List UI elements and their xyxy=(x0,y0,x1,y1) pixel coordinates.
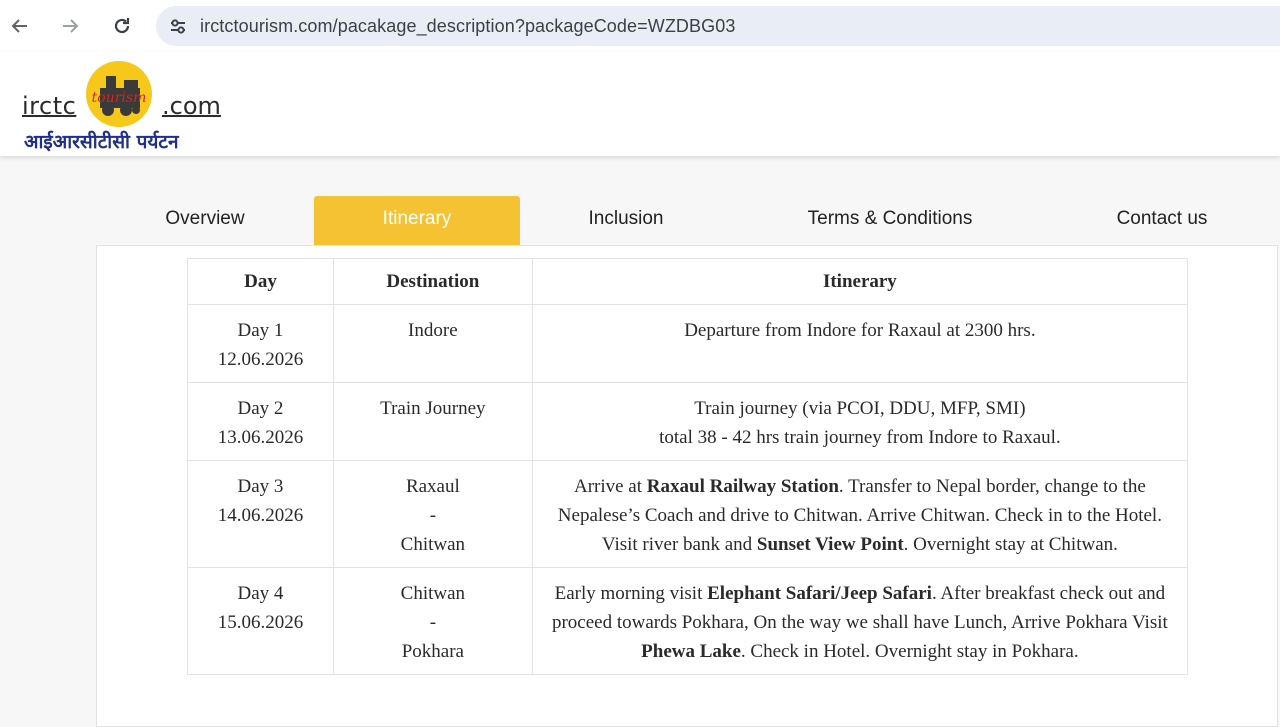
destination-cell: Raxaul - Chitwan xyxy=(332,460,533,568)
forward-arrow-icon[interactable] xyxy=(50,6,90,46)
itinerary-cell: Early morning visit Elephant Safari/Jeep… xyxy=(531,567,1189,675)
table-row: Day 1 12.06.2026 Indore Departure from Indo… xyxy=(187,304,1189,383)
itinerary-text: Early morning visit xyxy=(554,583,708,604)
address-bar[interactable]: irctctourism.com/pacakage_description?pa… xyxy=(156,6,1280,46)
itinerary-table: Day Destination Itinerary Day 1 12.06.202… xyxy=(187,258,1189,675)
day-cell: Day 3 14.06.2026 xyxy=(187,460,334,568)
destination-line: Indore xyxy=(408,320,458,341)
package-tabs: Overview Itinerary Inclusion Terms & Con… xyxy=(0,196,1280,246)
day-label: Day 2 xyxy=(237,398,284,419)
destination-line: - xyxy=(429,505,437,526)
day-date: 15.06.2026 xyxy=(217,612,304,633)
tab-terms-conditions[interactable]: Terms & Conditions xyxy=(780,196,1000,246)
day-date: 13.06.2026 xyxy=(217,427,304,448)
itinerary-text: Arrive at xyxy=(573,476,647,497)
site-info-icon[interactable] xyxy=(156,15,200,37)
table-row: Day 2 13.06.2026 Train Journey Train journe… xyxy=(187,382,1189,461)
destination-line: Raxaul xyxy=(405,476,460,497)
header-day: Day xyxy=(187,258,334,305)
destination-line: Chitwan xyxy=(400,534,466,555)
day-date: 14.06.2026 xyxy=(217,505,304,526)
destination-line: Chitwan xyxy=(400,583,466,604)
header-itinerary: Itinerary xyxy=(531,258,1189,305)
train-emblem-icon: tourism xyxy=(86,61,152,127)
itinerary-highlight: Raxaul Railway Station xyxy=(646,476,839,497)
destination-cell: Indore xyxy=(332,304,533,383)
logo-hindi-text: आईआरसीटीसी पर्यटन xyxy=(24,131,179,153)
tab-overview[interactable]: Overview xyxy=(130,196,280,246)
destination-cell: Chitwan - Pokhara xyxy=(332,567,533,675)
day-cell: Day 2 13.06.2026 xyxy=(187,382,334,461)
itinerary-highlight: Elephant Safari/Jeep Safari xyxy=(707,583,932,604)
day-cell: Day 4 15.06.2026 xyxy=(187,567,334,675)
itinerary-cell: Arrive at Raxaul Railway Station. Transf… xyxy=(531,460,1189,568)
reload-icon[interactable] xyxy=(102,6,142,46)
itinerary-highlight: Phewa Lake xyxy=(641,641,741,662)
table-row: Day 4 15.06.2026 Chitwan - Pokhara Early morn… xyxy=(187,567,1189,675)
irctc-tourism-logo[interactable]: tourism irctc .com आईआरसीटीसी पर्यटन xyxy=(22,56,242,153)
itinerary-cell: Departure from Indore for Raxaul at 2300… xyxy=(531,304,1189,383)
logo-emblem-text: tourism xyxy=(92,90,147,106)
tab-inclusion[interactable]: Inclusion xyxy=(556,196,696,246)
day-label: Day 1 xyxy=(237,320,284,341)
day-date: 12.06.2026 xyxy=(217,349,304,370)
tab-itinerary[interactable]: Itinerary xyxy=(314,196,520,246)
itinerary-text: Departure from Indore for Raxaul at 2300… xyxy=(684,320,1036,341)
itinerary-text: total 38 - 42 hrs train journey from Ind… xyxy=(659,427,1061,448)
table-header-row: Day Destination Itinerary xyxy=(187,258,1189,305)
destination-line: - xyxy=(429,612,437,633)
logo-irctc-text: irctc xyxy=(22,92,77,120)
itinerary-text: . Check in Hotel. Overnight stay in Pokh… xyxy=(740,641,1079,662)
destination-line: Train Journey xyxy=(380,398,486,419)
itinerary-cell: Train journey (via PCOI, DDU, MFP, SMI) t… xyxy=(531,382,1189,461)
browser-toolbar: irctctourism.com/pacakage_description?pa… xyxy=(0,0,1280,52)
itinerary-text: . Overnight stay at Chitwan. xyxy=(903,534,1118,555)
site-header: tourism irctc .com आईआरसीटीसी पर्यटन xyxy=(0,52,1280,156)
day-label: Day 4 xyxy=(237,583,284,604)
back-arrow-icon[interactable] xyxy=(0,6,40,46)
tab-contact-us[interactable]: Contact us xyxy=(1090,196,1234,246)
table-row: Day 3 14.06.2026 Raxaul - Chitwan Arrive at R… xyxy=(187,460,1189,568)
url-text[interactable]: irctctourism.com/pacakage_description?pa… xyxy=(200,16,735,37)
destination-cell: Train Journey xyxy=(332,382,533,461)
day-cell: Day 1 12.06.2026 xyxy=(187,304,334,383)
itinerary-text: Train journey (via PCOI, DDU, MFP, SMI) xyxy=(694,398,1026,419)
day-label: Day 3 xyxy=(237,476,284,497)
destination-line: Pokhara xyxy=(401,641,464,662)
itinerary-panel: Day Destination Itinerary Day 1 12.06.202… xyxy=(96,245,1278,727)
logo-com-text: .com xyxy=(162,92,221,120)
itinerary-highlight: Sunset View Point xyxy=(756,534,904,555)
header-destination: Destination xyxy=(332,258,533,305)
